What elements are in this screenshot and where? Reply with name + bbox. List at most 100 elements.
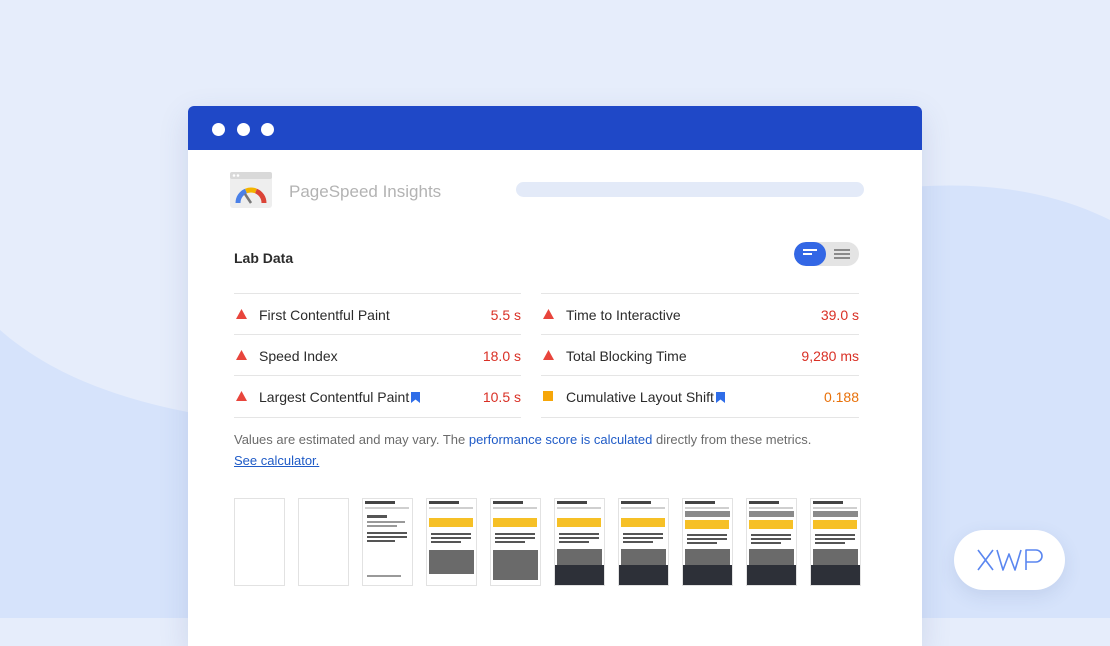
metric-speed-index: Speed Index 18.0 s [234, 334, 521, 376]
frame-photo [557, 549, 602, 565]
pagespeed-logo-icon [230, 172, 272, 208]
frame-text [495, 533, 535, 535]
bookmark-icon [411, 392, 421, 403]
filmstrip-frame [490, 498, 541, 586]
summary-view-icon [803, 249, 817, 255]
metric-value: 0.188 [823, 389, 859, 405]
view-toggle[interactable] [794, 242, 859, 266]
frame-text [495, 541, 525, 543]
detail-view-icon[interactable] [834, 249, 850, 259]
frame-ad [813, 511, 858, 517]
frame-bar [557, 507, 601, 509]
metric-value: 5.5 s [490, 307, 521, 323]
frame-text [495, 537, 535, 539]
filmstrip-frame [682, 498, 733, 586]
filmstrip-frame [298, 498, 349, 586]
xwp-logo-icon [977, 549, 1043, 571]
performance-score-link[interactable]: performance score is calculated [469, 432, 653, 447]
url-input[interactable] [516, 182, 864, 197]
frame-text [559, 533, 599, 535]
filmstrip-frame [362, 498, 413, 586]
metric-cumulative-layout-shift: Cumulative Layout Shift 0.188 [541, 375, 859, 418]
red-triangle-icon [543, 350, 554, 360]
filmstrip [234, 498, 861, 586]
frame-text [751, 542, 781, 544]
filmstrip-frame [234, 498, 285, 586]
frame-photo [749, 549, 794, 565]
frame-text [431, 533, 471, 535]
orange-square-icon [543, 391, 553, 401]
frame-bar [365, 507, 409, 509]
frame-text [367, 525, 397, 527]
frame-dark-section [555, 565, 604, 585]
frame-photo [621, 549, 666, 565]
frame-header [813, 501, 843, 504]
metric-label: First Contentful Paint [259, 307, 390, 323]
frame-banner [557, 518, 601, 527]
note-text: Values are estimated and may vary. The [234, 432, 469, 447]
frame-text [559, 537, 599, 539]
frame-text [367, 515, 387, 518]
frame-banner [749, 520, 793, 529]
window-titlebar [188, 106, 922, 150]
frame-text [367, 575, 401, 577]
frame-photo [429, 550, 474, 574]
metric-value: 39.0 s [820, 307, 859, 323]
frame-text [687, 542, 717, 544]
section-title: Lab Data [234, 250, 294, 266]
frame-photo [813, 549, 858, 565]
frame-text [815, 542, 845, 544]
red-triangle-icon [236, 391, 247, 401]
window-dot-icon [212, 123, 225, 136]
see-calculator-link[interactable]: See calculator. [234, 453, 319, 468]
app-header: PageSpeed Insights [230, 172, 880, 212]
filmstrip-frame [810, 498, 861, 586]
metric-value: 9,280 ms [801, 348, 859, 364]
metric-label-wrap: Largest Contentful Paint [259, 389, 421, 405]
estimate-note: Values are estimated and may vary. The p… [234, 429, 834, 471]
frame-text [751, 534, 791, 536]
bookmark-icon [715, 392, 725, 403]
frame-text [623, 541, 653, 543]
window-dot-icon [237, 123, 250, 136]
xwp-badge [954, 530, 1065, 590]
frame-bar [813, 507, 857, 509]
red-triangle-icon [543, 309, 554, 319]
metric-label: Cumulative Layout Shift [566, 389, 714, 405]
frame-header [621, 501, 651, 504]
frame-banner [493, 518, 537, 527]
metric-label: Total Blocking Time [566, 348, 687, 364]
metric-largest-contentful-paint: Largest Contentful Paint 10.5 s [234, 375, 521, 418]
filmstrip-frame [618, 498, 669, 586]
metric-label: Largest Contentful Paint [259, 389, 410, 405]
metric-time-to-interactive: Time to Interactive 39.0 s [541, 293, 859, 335]
metric-label-wrap: Cumulative Layout Shift [566, 389, 725, 405]
frame-text [367, 532, 407, 534]
app-title: PageSpeed Insights [289, 182, 442, 201]
frame-bar [749, 507, 793, 509]
frame-ad [685, 511, 730, 517]
note-text: directly from these metrics. [652, 432, 812, 447]
frame-dark-section [683, 565, 732, 585]
red-triangle-icon [236, 350, 247, 360]
frame-dark-section [811, 565, 860, 585]
browser-window: PageSpeed Insights Lab Data First Conten… [188, 106, 922, 646]
metric-value: 10.5 s [482, 389, 521, 405]
frame-bar [493, 507, 537, 509]
frame-text [367, 521, 405, 523]
filmstrip-frame [554, 498, 605, 586]
frame-banner [429, 518, 473, 527]
metric-total-blocking-time: Total Blocking Time 9,280 ms [541, 334, 859, 376]
frame-text [431, 537, 471, 539]
metric-label: Speed Index [259, 348, 338, 364]
frame-photo [493, 550, 538, 580]
frame-header [429, 501, 459, 504]
frame-text [815, 538, 855, 540]
frame-bar [429, 507, 473, 509]
frame-header [365, 501, 395, 504]
frame-dark-section [619, 565, 668, 585]
frame-banner [621, 518, 665, 527]
frame-text [367, 540, 395, 542]
frame-header [493, 501, 523, 504]
frame-banner [813, 520, 857, 529]
